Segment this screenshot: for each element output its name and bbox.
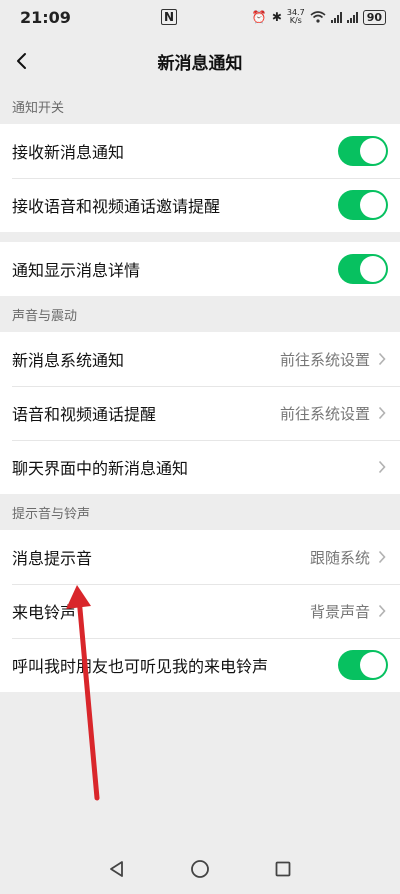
receive-new-toggle[interactable]: [338, 136, 388, 166]
row-chat-notify[interactable]: 聊天界面中的新消息通知: [0, 440, 400, 494]
row-label: 接收新消息通知: [12, 143, 125, 162]
row-receive-call-invite[interactable]: 接收语音和视频通话邀请提醒: [0, 178, 400, 232]
section-header-tone-ringtone: 提示音与铃声: [12, 506, 91, 522]
group-details: 通知显示消息详情: [0, 242, 400, 296]
toggle-knob: [360, 256, 386, 282]
group-tone-ringtone: 消息提示音 跟随系统 来电铃声 背景声音 呼叫我时朋友也可听见我的来电铃声: [0, 530, 400, 692]
row-value: 前往系统设置: [279, 350, 370, 369]
row-value: 前往系统设置: [279, 404, 370, 423]
back-button[interactable]: [6, 44, 36, 78]
row-label: 来电铃声: [12, 603, 77, 622]
group-gap: [0, 232, 400, 242]
row-ringtone[interactable]: 来电铃声 背景声音: [0, 584, 400, 638]
toggle-knob: [360, 192, 386, 218]
battery-indicator: 90: [362, 9, 386, 25]
row-label: 呼叫我时朋友也可听见我的来电铃声: [12, 657, 269, 676]
chevron-right-icon: [376, 460, 388, 474]
nav-bar: 新消息通知: [0, 34, 400, 88]
receive-call-invite-toggle[interactable]: [338, 190, 388, 220]
row-call-reminder[interactable]: 语音和视频通话提醒 前往系统设置: [0, 386, 400, 440]
back-triangle-icon[interactable]: [107, 859, 127, 883]
network-speed: 34.7 K/s: [287, 9, 305, 25]
wifi-icon: [310, 11, 326, 23]
row-value: 背景声音: [309, 602, 370, 621]
toggle-knob: [360, 138, 386, 164]
row-friends-hear[interactable]: 呼叫我时朋友也可听见我的来电铃声: [0, 638, 400, 692]
signal-icon-2: [346, 11, 358, 23]
row-value: 跟随系统: [309, 548, 370, 567]
row-msg-tone[interactable]: 消息提示音 跟随系统: [0, 530, 400, 584]
row-show-details[interactable]: 通知显示消息详情: [0, 242, 400, 296]
page-title: 新消息通知: [157, 53, 243, 74]
section-header-sound-vibration: 声音与震动: [12, 308, 78, 324]
row-label: 聊天界面中的新消息通知: [12, 459, 189, 478]
recents-square-icon[interactable]: [273, 859, 293, 883]
home-circle-icon[interactable]: [189, 858, 211, 884]
row-label: 新消息系统通知: [12, 351, 125, 370]
status-time: 21:09: [20, 7, 71, 27]
status-bar: 21:09 N ⏰ ✱ 34.7 K/s 90: [0, 0, 400, 34]
chevron-right-icon: [376, 406, 388, 420]
chevron-right-icon: [376, 550, 388, 564]
group-notify-switch: 接收新消息通知 接收语音和视频通话邀请提醒: [0, 124, 400, 232]
chevron-left-icon: [17, 53, 26, 69]
section-header-notify-switch: 通知开关: [12, 100, 65, 116]
chevron-right-icon: [376, 352, 388, 366]
row-new-msg-system[interactable]: 新消息系统通知 前往系统设置: [0, 332, 400, 386]
signal-icon: [330, 11, 342, 23]
status-icons: ⏰ ✱ 34.7 K/s 90: [252, 9, 386, 25]
bluetooth-icon: ✱: [271, 10, 282, 24]
toggle-knob: [360, 652, 386, 678]
row-label: 接收语音和视频通话邀请提醒: [12, 197, 221, 216]
friends-hear-toggle[interactable]: [338, 650, 388, 680]
nfc-icon: N: [160, 9, 177, 25]
group-sound-vibration: 新消息系统通知 前往系统设置 语音和视频通话提醒 前往系统设置 聊天界面中的新消…: [0, 332, 400, 494]
row-label: 语音和视频通话提醒: [12, 405, 157, 424]
show-details-toggle[interactable]: [338, 254, 388, 284]
chevron-right-icon: [376, 604, 388, 618]
row-label: 通知显示消息详情: [12, 261, 141, 280]
speed-unit: K/s: [289, 16, 302, 25]
row-label: 消息提示音: [12, 549, 93, 568]
row-receive-new[interactable]: 接收新消息通知: [0, 124, 400, 178]
system-nav-bar: [0, 848, 400, 894]
alarm-icon: ⏰: [251, 10, 267, 24]
